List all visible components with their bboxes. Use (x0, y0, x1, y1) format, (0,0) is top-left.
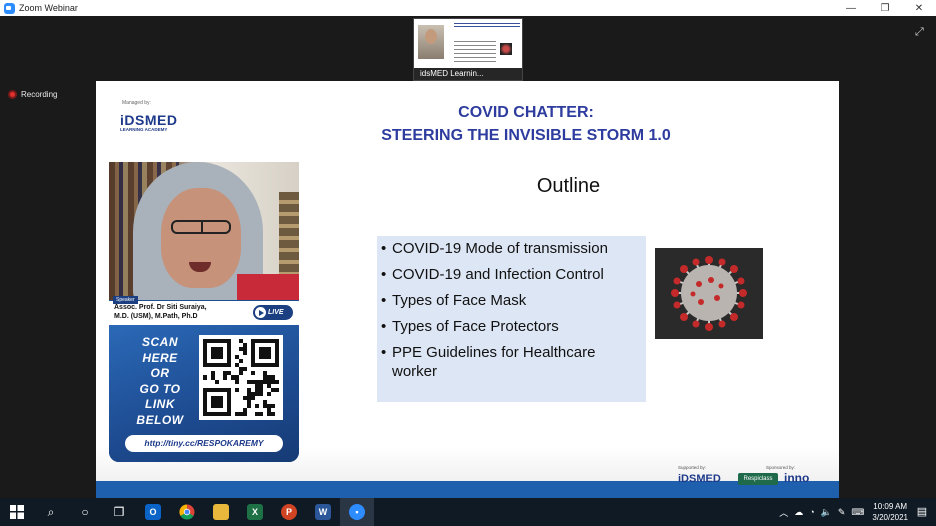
scan-line: OR (150, 366, 170, 380)
task-view-icon[interactable]: ❒ (102, 498, 136, 526)
supporter-logo: iDSMED (678, 473, 721, 485)
qr-code (199, 335, 283, 420)
list-item: • Types of Face Protectors (381, 318, 559, 335)
clock[interactable]: 10:09 AM 3/20/2021 (872, 501, 908, 523)
word-app-icon[interactable]: W (306, 498, 340, 526)
speaker-shirt (237, 274, 299, 300)
thumbnail-virus-image (500, 43, 512, 55)
speaker-name-strip: Assoc. Prof. Dr Siti Suraiya, M.D. (USM)… (109, 301, 299, 325)
live-badge: LIVE (253, 305, 293, 320)
list-item: • COVID-19 Mode of transmission (381, 240, 608, 257)
thumbnail-label: idsMED Learnin... (414, 68, 522, 80)
windows-icon (10, 505, 24, 519)
qr-module (275, 412, 279, 416)
managed-by-label: Managed by: (122, 100, 151, 106)
file-explorer-icon[interactable] (204, 498, 238, 526)
scan-line: BELOW (136, 412, 184, 427)
idsmed-logo: iDSMED LEARNING ACADEMY (120, 112, 177, 132)
onedrive-icon[interactable]: ☁ (794, 507, 803, 518)
outline-list: • COVID-19 Mode of transmission • COVID-19… (377, 236, 646, 402)
slide-title-line1: COVID CHATTER: (458, 104, 594, 121)
close-button[interactable]: ✕ (902, 0, 936, 16)
slide-footer-band (96, 481, 839, 499)
start-button[interactable] (0, 498, 34, 526)
scan-line: LINK (145, 397, 175, 411)
scan-line: SCAN (141, 335, 178, 349)
wifi-icon[interactable]: ◔ (809, 507, 814, 517)
chrome-icon (179, 504, 195, 520)
scan-line: HERE (142, 350, 178, 365)
list-item: • Types of Face Mask (381, 292, 527, 309)
restore-button[interactable]: ❐ (868, 0, 902, 16)
sponsored-by-label: Sponsored by: (766, 465, 796, 470)
speaker-video (109, 162, 299, 300)
speaker-thumbnail[interactable]: idsMED Learnin... (413, 18, 523, 81)
qr-code-grid (203, 339, 279, 416)
speaker-panel: Assoc. Prof. Dr Siti Suraiya, M.D. (USM)… (109, 162, 299, 462)
search-icon[interactable]: ⌕ (34, 498, 68, 526)
scan-instructions: SCAN HERE OR GO TO LINK BELOW (125, 335, 195, 428)
recording-label: Recording (21, 90, 58, 99)
shared-slide: Managed by: iDSMED LEARNING ACADEMY COVI… (96, 81, 839, 499)
excel-app-icon[interactable]: X (238, 498, 272, 526)
minimize-button[interactable]: — (834, 0, 868, 16)
meeting-stage: idsMED Learnin... ⤢ Recording Managed by… (0, 16, 936, 499)
chrome-app-icon[interactable] (170, 498, 204, 526)
cortana-icon[interactable]: ○ (68, 498, 102, 526)
list-item: • COVID-19 and Infection Control (381, 266, 604, 283)
outline-heading: Outline (536, 175, 601, 197)
outlook-app-icon[interactable]: O (136, 498, 170, 526)
speaker-name-line1: Assoc. Prof. Dr Siti Suraiya, (114, 304, 207, 311)
recording-indicator: Recording (8, 90, 57, 99)
slide-title-line2: STEERING THE INVISIBLE STORM 1.0 (381, 127, 671, 144)
clock-time: 10:09 AM (873, 502, 908, 511)
speaker-name-line2: M.D. (USM), M.Path, Ph.D (114, 313, 198, 320)
window-title: Zoom Webinar (19, 3, 78, 13)
registration-link: http://tiny.cc/RESPOKAREMY (125, 435, 283, 452)
speaker-glasses (171, 220, 231, 234)
window-titlebar: Zoom Webinar — ❐ ✕ (0, 0, 936, 16)
thumbnail-slide-title (454, 23, 520, 29)
expand-icon[interactable]: ⤢ (915, 26, 927, 38)
taskbar: ⌕ ○ ❒ O X P W ▪ ︿ ☁ ◔ 🔈 ✎ ⌨ 10:09 AM 3/2… (0, 498, 936, 526)
list-item: • PPE Guidelines for Healthcare worker (381, 344, 596, 380)
play-icon (255, 307, 266, 318)
coronavirus-image (655, 248, 763, 339)
speaker-face (161, 188, 241, 288)
zoom-logo-icon (4, 2, 15, 14)
window-controls: — ❐ ✕ (834, 0, 936, 16)
powerpoint-app-icon[interactable]: P (272, 498, 306, 526)
zoom-app-icon[interactable]: ▪ (340, 498, 374, 526)
keyboard-icon[interactable]: ⌨ (851, 507, 864, 518)
system-tray: ︿ ☁ ◔ 🔈 ✎ ⌨ 10:09 AM 3/20/2021 (773, 498, 908, 526)
scan-area: SCAN HERE OR GO TO LINK BELOW http://tin… (109, 325, 299, 462)
record-icon (8, 90, 17, 99)
thumbnail-slide-text (454, 41, 496, 63)
notification-icon[interactable]: ▤ (914, 504, 930, 520)
slide-title: COVID CHATTER: STEERING THE INVISIBLE ST… (351, 101, 701, 147)
sponsor-logo-inno: inno (784, 471, 810, 485)
logo-word: iDSMED (120, 112, 178, 128)
volume-icon[interactable]: 🔈 (821, 507, 832, 518)
supported-by-label: Supported by: (678, 465, 707, 470)
live-label: LIVE (268, 309, 284, 316)
speaker-name: Assoc. Prof. Dr Siti Suraiya, M.D. (USM)… (114, 303, 207, 321)
thumbnail-video (418, 25, 444, 59)
scan-line: GO TO (139, 381, 181, 396)
show-hidden-icons-icon[interactable]: ︿ (779, 506, 788, 519)
pen-icon[interactable]: ✎ (838, 507, 846, 518)
speaker-tag: Speaker (113, 296, 138, 304)
sponsor-logo-respiclass: Respiclass (738, 473, 778, 485)
clock-date: 3/20/2021 (872, 513, 908, 522)
